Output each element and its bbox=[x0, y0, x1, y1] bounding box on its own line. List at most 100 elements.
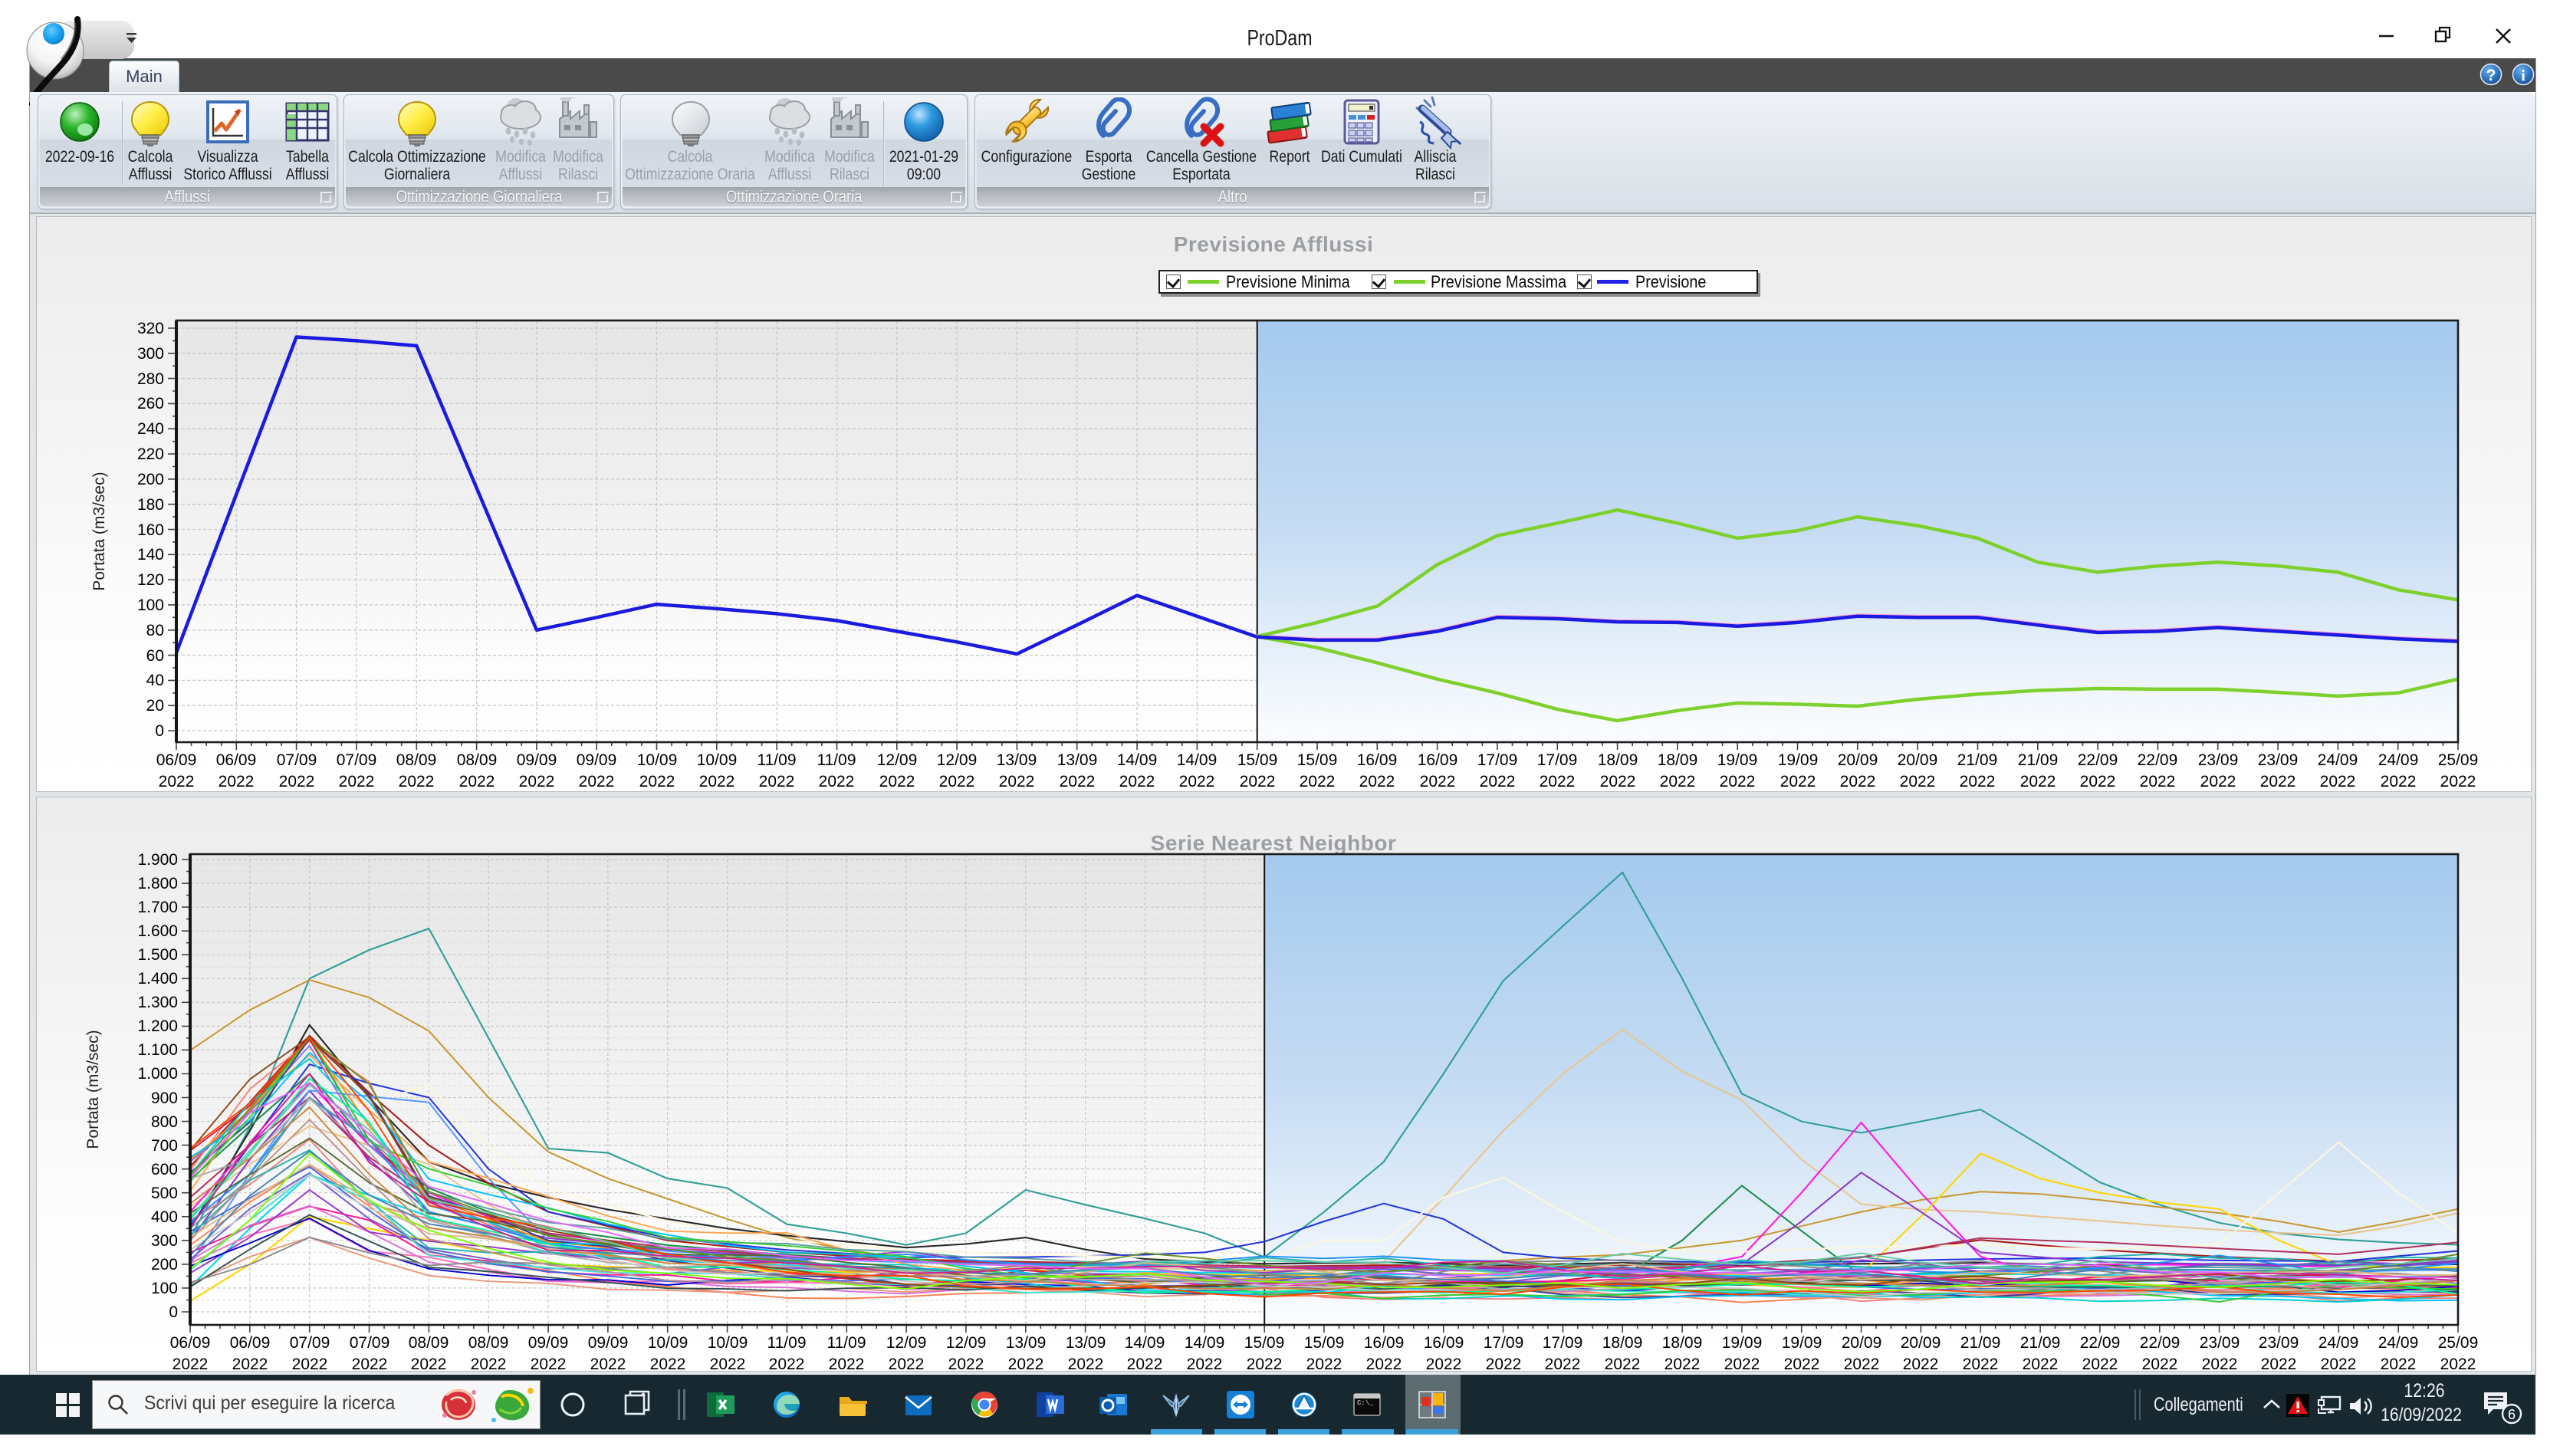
svg-text:120: 120 bbox=[137, 571, 164, 589]
svg-text:16/09: 16/09 bbox=[1418, 751, 1458, 769]
svg-text:100: 100 bbox=[137, 597, 164, 614]
svg-text:18/09: 18/09 bbox=[1662, 1334, 1703, 1352]
svg-text:2022: 2022 bbox=[519, 773, 555, 790]
svg-text:06/09: 06/09 bbox=[170, 1334, 211, 1352]
svg-text:1.300: 1.300 bbox=[137, 994, 178, 1011]
svg-text:12/09: 12/09 bbox=[937, 751, 978, 769]
svg-text:2022: 2022 bbox=[1127, 1356, 1163, 1372]
svg-text:2022: 2022 bbox=[1060, 773, 1096, 790]
svg-text:2022: 2022 bbox=[1008, 1356, 1044, 1372]
svg-text:40: 40 bbox=[146, 672, 164, 689]
svg-text:0: 0 bbox=[169, 1303, 178, 1321]
svg-text:300: 300 bbox=[151, 1232, 178, 1250]
svg-text:400: 400 bbox=[151, 1208, 178, 1226]
svg-text:2022: 2022 bbox=[1545, 1356, 1581, 1372]
svg-text:18/09: 18/09 bbox=[1602, 1334, 1643, 1352]
svg-text:2022: 2022 bbox=[292, 1356, 328, 1372]
svg-text:11/09: 11/09 bbox=[757, 751, 797, 769]
svg-text:2022: 2022 bbox=[1359, 773, 1395, 790]
svg-text:600: 600 bbox=[151, 1161, 178, 1178]
svg-text:2022: 2022 bbox=[1187, 1356, 1223, 1372]
svg-text:13/09: 13/09 bbox=[1057, 751, 1098, 769]
svg-text:140: 140 bbox=[137, 546, 164, 564]
svg-text:1.800: 1.800 bbox=[137, 875, 178, 892]
svg-text:25/09: 25/09 bbox=[2438, 1334, 2479, 1352]
svg-text:19/09: 19/09 bbox=[1782, 1334, 1822, 1352]
svg-text:?: ? bbox=[2486, 67, 2496, 84]
svg-text:2022: 2022 bbox=[939, 773, 975, 790]
svg-text:20: 20 bbox=[146, 697, 164, 715]
svg-text:200: 200 bbox=[137, 471, 164, 488]
svg-text:2022: 2022 bbox=[1660, 773, 1696, 790]
svg-text:2022: 2022 bbox=[1844, 1356, 1880, 1372]
svg-text:2022: 2022 bbox=[1486, 1356, 1522, 1372]
svg-text:2022: 2022 bbox=[2080, 773, 2116, 790]
svg-text:12/09: 12/09 bbox=[886, 1334, 927, 1352]
svg-text:2022: 2022 bbox=[2082, 1356, 2118, 1372]
svg-text:2022: 2022 bbox=[2142, 1356, 2178, 1372]
svg-text:2022: 2022 bbox=[1179, 773, 1215, 790]
svg-text:500: 500 bbox=[151, 1185, 178, 1202]
svg-text:2022: 2022 bbox=[1840, 773, 1876, 790]
svg-text:25/09: 25/09 bbox=[2438, 751, 2479, 769]
svg-text:220: 220 bbox=[137, 445, 164, 463]
svg-text:16/09: 16/09 bbox=[1364, 1334, 1405, 1352]
svg-text:16/09: 16/09 bbox=[1357, 751, 1398, 769]
svg-text:2022: 2022 bbox=[173, 1356, 209, 1372]
svg-text:2022: 2022 bbox=[1605, 1356, 1641, 1372]
svg-text:2022: 2022 bbox=[650, 1356, 686, 1372]
svg-text:13/09: 13/09 bbox=[1066, 1334, 1106, 1352]
svg-text:17/09: 17/09 bbox=[1477, 751, 1518, 769]
svg-text:2022: 2022 bbox=[399, 773, 435, 790]
svg-text:22/09: 22/09 bbox=[2080, 1334, 2121, 1352]
svg-text:900: 900 bbox=[151, 1090, 178, 1107]
svg-text:2022: 2022 bbox=[1480, 773, 1516, 790]
svg-text:200: 200 bbox=[151, 1256, 178, 1274]
svg-text:08/09: 08/09 bbox=[468, 1334, 509, 1352]
svg-text:08/09: 08/09 bbox=[457, 751, 498, 769]
svg-text:2022: 2022 bbox=[1366, 1356, 1402, 1372]
svg-text:2022: 2022 bbox=[1960, 773, 1996, 790]
svg-text:2022: 2022 bbox=[2261, 1356, 2297, 1372]
svg-text:14/09: 14/09 bbox=[1177, 751, 1218, 769]
svg-text:2022: 2022 bbox=[819, 773, 855, 790]
svg-text:20/09: 20/09 bbox=[1842, 1334, 1882, 1352]
svg-text:23/09: 23/09 bbox=[2258, 751, 2299, 769]
svg-text:09/09: 09/09 bbox=[577, 751, 617, 769]
svg-text:C:\_: C:\_ bbox=[1357, 1399, 1374, 1407]
svg-text:2022: 2022 bbox=[1119, 773, 1155, 790]
svg-text:15/09: 15/09 bbox=[1304, 1334, 1345, 1352]
svg-text:2022: 2022 bbox=[1300, 773, 1336, 790]
svg-text:160: 160 bbox=[137, 521, 164, 539]
svg-text:2022: 2022 bbox=[2440, 773, 2476, 790]
svg-text:2022: 2022 bbox=[639, 773, 675, 790]
svg-text:22/09: 22/09 bbox=[2078, 751, 2118, 769]
svg-text:2022: 2022 bbox=[1600, 773, 1636, 790]
svg-text:21/09: 21/09 bbox=[2018, 751, 2059, 769]
svg-text:2022: 2022 bbox=[1240, 773, 1276, 790]
svg-text:2022: 2022 bbox=[531, 1356, 567, 1372]
svg-text:0: 0 bbox=[155, 722, 164, 740]
svg-text:Portata (m3/sec): Portata (m3/sec) bbox=[90, 472, 108, 590]
svg-text:22/09: 22/09 bbox=[2140, 1334, 2180, 1352]
svg-text:2022: 2022 bbox=[2202, 1356, 2238, 1372]
svg-text:2022: 2022 bbox=[1247, 1356, 1283, 1372]
svg-text:1.400: 1.400 bbox=[137, 970, 178, 988]
svg-text:2022: 2022 bbox=[1963, 1356, 1999, 1372]
svg-text:2022: 2022 bbox=[232, 1356, 268, 1372]
svg-text:14/09: 14/09 bbox=[1117, 751, 1158, 769]
svg-text:2022: 2022 bbox=[1068, 1356, 1104, 1372]
svg-text:07/09: 07/09 bbox=[350, 1334, 390, 1352]
svg-text:2022: 2022 bbox=[759, 773, 795, 790]
svg-text:10/09: 10/09 bbox=[697, 751, 738, 769]
svg-text:18/09: 18/09 bbox=[1658, 751, 1698, 769]
svg-text:240: 240 bbox=[137, 420, 164, 438]
svg-text:08/09: 08/09 bbox=[396, 751, 437, 769]
svg-text:23/09: 23/09 bbox=[2198, 751, 2239, 769]
svg-text:24/09: 24/09 bbox=[2378, 1334, 2419, 1352]
svg-text:23/09: 23/09 bbox=[2200, 1334, 2240, 1352]
svg-text:2022: 2022 bbox=[699, 773, 735, 790]
svg-text:19/09: 19/09 bbox=[1722, 1334, 1763, 1352]
svg-text:1.600: 1.600 bbox=[137, 922, 178, 940]
svg-text:10/09: 10/09 bbox=[648, 1334, 688, 1352]
